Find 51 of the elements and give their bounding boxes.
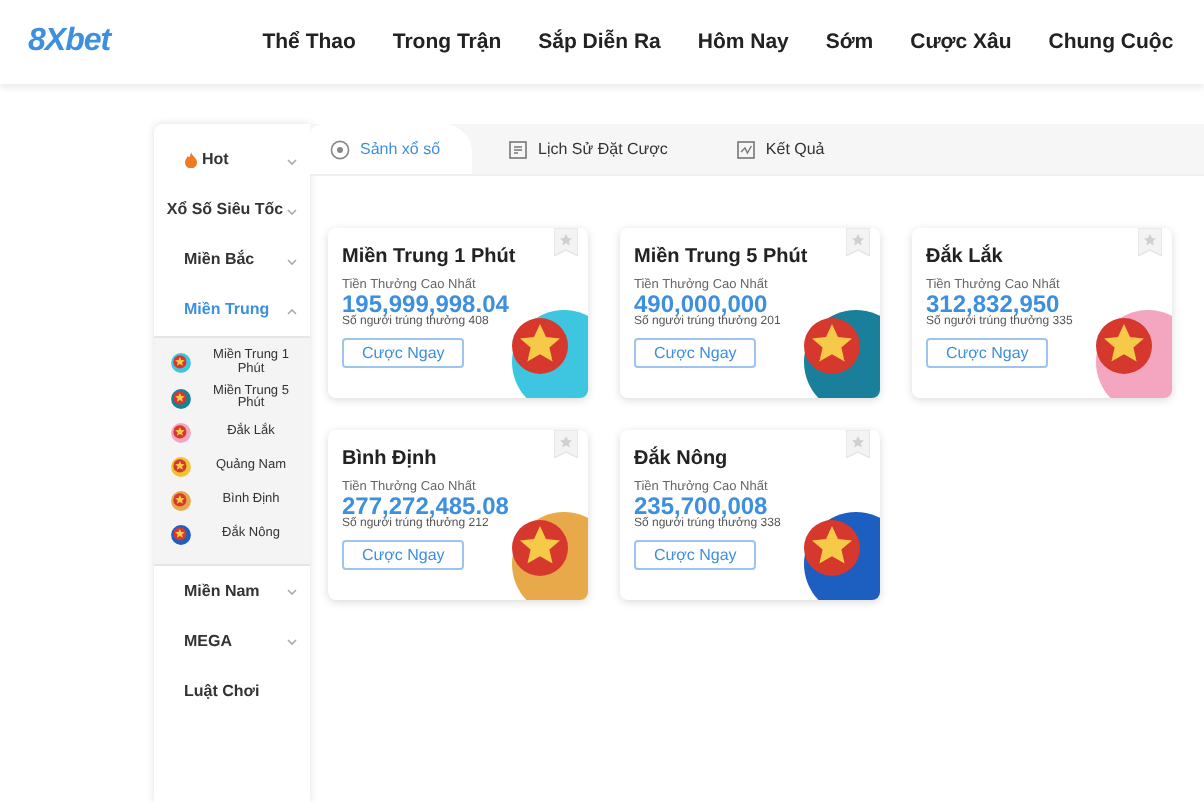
star-medal-icon xyxy=(170,456,192,479)
chart-icon xyxy=(735,139,756,159)
card-title: Miền Trung 1 Phút xyxy=(342,246,518,268)
sidebar-item[interactable]: Hot xyxy=(154,136,310,186)
prize-amount: 312,832,950 xyxy=(926,292,1060,316)
prize-amount: 277,272,485.08 xyxy=(342,494,511,518)
star-medal-icon xyxy=(170,422,192,445)
target-icon xyxy=(330,139,350,159)
bookmark-star-icon[interactable] xyxy=(846,430,870,458)
star-medal-icon xyxy=(170,352,192,375)
nav-link[interactable]: Cược Xâu xyxy=(910,30,1012,54)
sidebar-item[interactable]: Luật Chơi xyxy=(154,666,310,717)
chevron-icon xyxy=(286,307,298,315)
card-title: Đắk Lắk xyxy=(926,246,1005,268)
document-icon xyxy=(508,139,529,159)
nav-link[interactable]: Chung Cuộc xyxy=(1048,30,1174,54)
bet-now-button[interactable]: Cược Ngay xyxy=(342,540,465,570)
prize-amount: 195,999,998.04 xyxy=(342,292,511,316)
nav-link[interactable]: Hôm Nay xyxy=(697,30,789,54)
bet-now-button[interactable]: Cược Ngay xyxy=(634,540,757,570)
star-medal-icon xyxy=(170,490,192,513)
card-title: Bình Định xyxy=(342,448,439,470)
sidebar-item[interactable]: Miền Nam xyxy=(154,566,310,617)
chevron-icon xyxy=(286,207,298,215)
prize-amount: 490,000,000 xyxy=(634,292,768,316)
star-medal-icon xyxy=(170,387,192,410)
bookmark-star-icon[interactable] xyxy=(554,228,578,256)
bookmark-star-icon[interactable] xyxy=(1138,228,1162,256)
card-title: Miền Trung 5 Phút xyxy=(634,246,810,268)
prize-amount: 235,700,008 xyxy=(634,494,768,518)
nav-link[interactable]: Trong Trận xyxy=(392,30,502,54)
chevron-icon xyxy=(286,257,298,265)
bet-now-button[interactable]: Cược Ngay xyxy=(926,338,1049,368)
tab[interactable]: Kết Quả xyxy=(715,124,857,174)
bet-now-button[interactable]: Cược Ngay xyxy=(634,338,757,368)
chevron-icon xyxy=(286,157,298,165)
sidebar-item[interactable]: MEGA xyxy=(154,616,310,667)
chevron-icon xyxy=(286,587,298,596)
sidebar-item[interactable]: Xổ Số Siêu Tốc xyxy=(154,186,310,236)
tab[interactable]: Lịch Sử Đặt Cược xyxy=(488,124,700,174)
nav-link[interactable]: Thể Thao xyxy=(262,30,356,54)
nav-link[interactable]: Sớm xyxy=(825,30,874,54)
bookmark-star-icon[interactable] xyxy=(846,228,870,256)
card-title: Đắk Nông xyxy=(634,448,730,470)
sidebar-item[interactable]: Miền Bắc xyxy=(154,236,310,286)
flame-icon xyxy=(184,152,198,169)
bookmark-star-icon[interactable] xyxy=(554,430,578,458)
bet-now-button[interactable]: Cược Ngay xyxy=(342,338,465,368)
nav-link[interactable]: Sắp Diễn Ra xyxy=(538,30,661,54)
chevron-icon xyxy=(286,637,298,646)
star-medal-icon xyxy=(170,524,192,547)
